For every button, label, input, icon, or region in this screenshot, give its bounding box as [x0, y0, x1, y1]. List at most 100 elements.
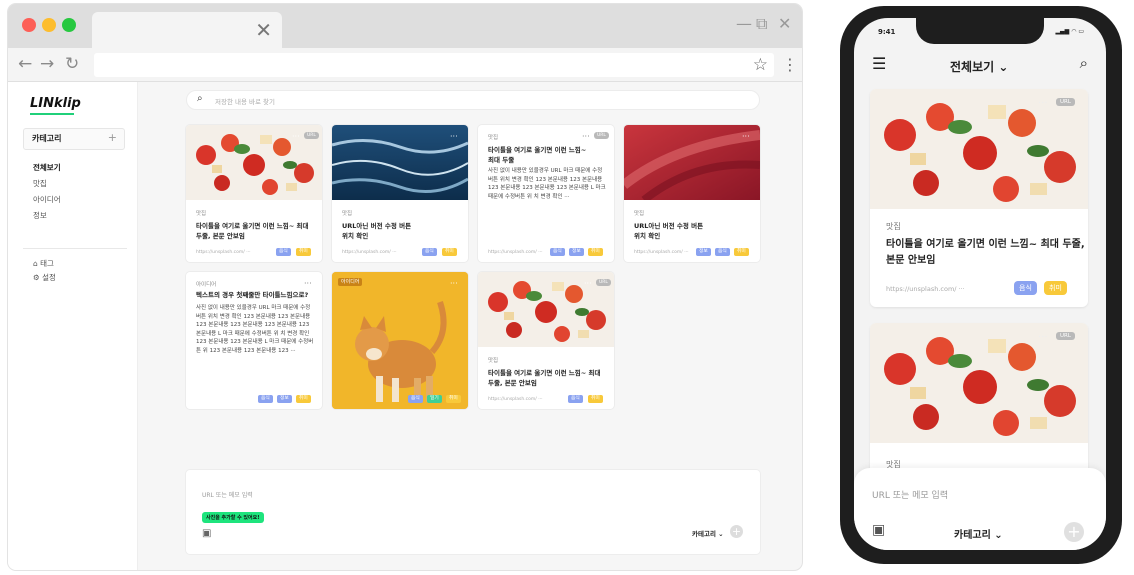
clip-card[interactable]: ··· URL 맛집 타이틀을 여기로 올기면 이런 느낌~ 최대 두줄, 본문…: [870, 89, 1088, 307]
card-url[interactable]: https://unsplash.com/ ···: [196, 250, 251, 255]
sidebar: LINklip 카테고리 + 전체보기 맛집 아이디어 정보 ⌂ 태그 ⚙ 설정: [8, 82, 138, 570]
tag-badge[interactable]: 취미: [446, 395, 461, 403]
phone-frame: 9:41 ▂▄▆ ◠ ▭ ☰ 전체보기 ⌄ ⌕ ··· URL 맛집 타이틀을 …: [840, 6, 1122, 564]
fabric-thumbnail: [624, 125, 760, 200]
food-thumbnail: [870, 323, 1088, 443]
search-placeholder: 저장한 내용 바로 찾기: [215, 98, 276, 106]
search-icon[interactable]: ⌕: [1080, 54, 1088, 72]
close-icon[interactable]: ✕: [778, 14, 791, 34]
more-icon[interactable]: ···: [292, 133, 300, 141]
hamburger-menu-icon[interactable]: ☰: [872, 56, 886, 72]
clip-card[interactable]: ··· URL 맛집 타이틀을 여기로 올기면 이런 느낌~ 최대 두줄, 본문…: [186, 125, 322, 262]
tag-badge[interactable]: 취미: [1044, 281, 1067, 295]
tag-badge[interactable]: 취미: [588, 395, 603, 403]
card-category: 아이디어: [196, 282, 217, 288]
title-bar: ✕ — ⧉ ✕: [8, 4, 802, 50]
sidebar-item-all[interactable]: 전체보기: [33, 162, 61, 173]
tag-icon: ⌂: [33, 259, 38, 268]
restore-icon[interactable]: ⧉: [756, 14, 767, 34]
tag-badge[interactable]: 취미: [588, 248, 603, 256]
close-window-dot[interactable]: [22, 18, 36, 32]
clip-card[interactable]: ··· 맛집 URL아닌 버전 수정 버튼 위치 확인 https://unsp…: [624, 125, 760, 262]
food-thumbnail: [186, 125, 322, 200]
back-icon[interactable]: ←: [18, 53, 32, 75]
browser-tab[interactable]: ✕: [92, 12, 282, 50]
more-icon[interactable]: ···: [742, 133, 750, 141]
image-upload-icon[interactable]: ▣: [202, 528, 211, 539]
card-url[interactable]: https://unsplash.com/ ···: [488, 397, 543, 402]
clip-card[interactable]: 맛집 ··· URL 타이틀을 여기로 올기면 이런 느낌~ 최대 두줄 사진 …: [478, 125, 614, 262]
clip-card[interactable]: 아이디어 ··· 음식 일기 취미: [332, 272, 468, 409]
sidebar-item-ideas[interactable]: 아이디어: [33, 194, 61, 205]
url-badge: URL: [1056, 98, 1075, 106]
tab-close-icon[interactable]: ✕: [255, 18, 272, 42]
maximize-window-dot[interactable]: [62, 18, 76, 32]
app-logo[interactable]: LINklip: [30, 96, 81, 111]
search-icon: ⌕: [197, 93, 203, 104]
add-button[interactable]: +: [1064, 522, 1084, 542]
sidebar-item-restaurants[interactable]: 맛집: [33, 178, 47, 189]
more-icon[interactable]: ···: [584, 280, 592, 288]
category-header[interactable]: 카테고리 +: [23, 128, 125, 150]
card-category: 맛집: [342, 211, 353, 217]
more-icon[interactable]: ···: [450, 133, 458, 141]
bookmark-star-icon[interactable]: ☆: [753, 53, 768, 77]
tag-badge[interactable]: 취미: [734, 248, 749, 256]
tag-badge[interactable]: 음식: [550, 248, 565, 256]
add-category-icon[interactable]: +: [108, 131, 117, 144]
clip-card[interactable]: ··· URL 맛집: [870, 323, 1088, 483]
card-url[interactable]: https://unsplash.com/ ···: [342, 250, 397, 255]
card-url[interactable]: https://unsplash.com/ ···: [886, 285, 965, 293]
tag-badge[interactable]: 음식: [276, 248, 291, 256]
tag-badge[interactable]: 취미: [296, 395, 311, 403]
tag-badge[interactable]: 음식: [258, 395, 273, 403]
tag-badge[interactable]: 취미: [442, 248, 457, 256]
tag-badge[interactable]: 음식: [1014, 281, 1037, 295]
sidebar-item-label: 태그: [40, 259, 54, 268]
clip-card[interactable]: ··· 맛집 URL아닌 버전 수정 버튼 위치 확인 https://unsp…: [332, 125, 468, 262]
card-title: 타이틀을 여기로 올기면 이런 느낌~ 최대 두줄, 본문 안보임: [488, 369, 601, 387]
sidebar-item-label: 설정: [42, 273, 56, 282]
minimize-icon[interactable]: —: [736, 14, 752, 34]
sidebar-item-settings[interactable]: ⚙ 설정: [33, 272, 56, 283]
more-icon[interactable]: ···: [1038, 99, 1048, 109]
tag-badge[interactable]: 음식: [715, 248, 730, 256]
photo-tip-badge: 사진을 추가할 수 있어요!: [202, 512, 264, 523]
card-url[interactable]: https://unsplash.com/ ···: [488, 250, 543, 255]
add-button[interactable]: +: [730, 525, 743, 538]
card-title: 타이틀을 여기로 올기면 이런 느낌~ 최대 두줄, 본문 안보임: [196, 222, 309, 240]
minimize-window-dot[interactable]: [42, 18, 56, 32]
tag-badge[interactable]: 음식: [568, 395, 583, 403]
category-dropdown[interactable]: 카테고리 ⌄: [692, 528, 724, 538]
browser-menu-icon[interactable]: ⋮: [782, 55, 798, 75]
image-upload-icon[interactable]: ▣: [872, 522, 885, 538]
address-bar[interactable]: ☆: [94, 53, 774, 77]
search-input[interactable]: ⌕ 저장한 내용 바로 찾기: [186, 90, 760, 110]
card-url[interactable]: https://unsplash.com/ ···: [634, 250, 689, 255]
clip-card[interactable]: 아이디어 ··· 텍스트의 경우 첫째줄만 타이틀느낌으로? 사진 없이 내용만…: [186, 272, 322, 409]
tag-badge[interactable]: 정보: [696, 248, 711, 256]
gear-icon: ⚙: [33, 273, 40, 282]
page-title-dropdown[interactable]: 전체보기 ⌄: [950, 58, 1008, 75]
sidebar-item-tags[interactable]: ⌂ 태그: [33, 258, 54, 269]
tag-badge[interactable]: 음식: [408, 395, 423, 403]
more-icon[interactable]: ···: [450, 280, 458, 288]
more-icon[interactable]: ···: [304, 280, 312, 288]
tag-badge[interactable]: 정보: [277, 395, 292, 403]
sidebar-item-info[interactable]: 정보: [33, 210, 47, 221]
tag-badge[interactable]: 정보: [569, 248, 584, 256]
memo-input[interactable]: URL 또는 메모 입력: [872, 488, 948, 501]
more-icon[interactable]: ···: [1038, 333, 1048, 343]
forward-icon[interactable]: →: [40, 53, 54, 75]
reload-icon[interactable]: ↻: [65, 53, 79, 75]
clip-card[interactable]: ··· URL 맛집 타이틀을 여기로 올기면 이런 느낌~ 최대 두줄, 본문…: [478, 272, 614, 409]
tag-badge[interactable]: 음식: [422, 248, 437, 256]
category-dropdown[interactable]: 카테고리 ⌄: [954, 526, 1003, 541]
more-icon[interactable]: ···: [582, 133, 590, 141]
tag-badge[interactable]: 취미: [296, 248, 311, 256]
phone-screen: 9:41 ▂▄▆ ◠ ▭ ☰ 전체보기 ⌄ ⌕ ··· URL 맛집 타이틀을 …: [854, 18, 1106, 550]
status-time: 9:41: [878, 28, 896, 36]
card-title: 타이틀을 여기로 올기면 이런 느낌~ 최대 두줄: [488, 146, 587, 164]
tag-badge[interactable]: 일기: [427, 395, 442, 403]
memo-input[interactable]: URL 또는 메모 입력: [202, 490, 253, 499]
